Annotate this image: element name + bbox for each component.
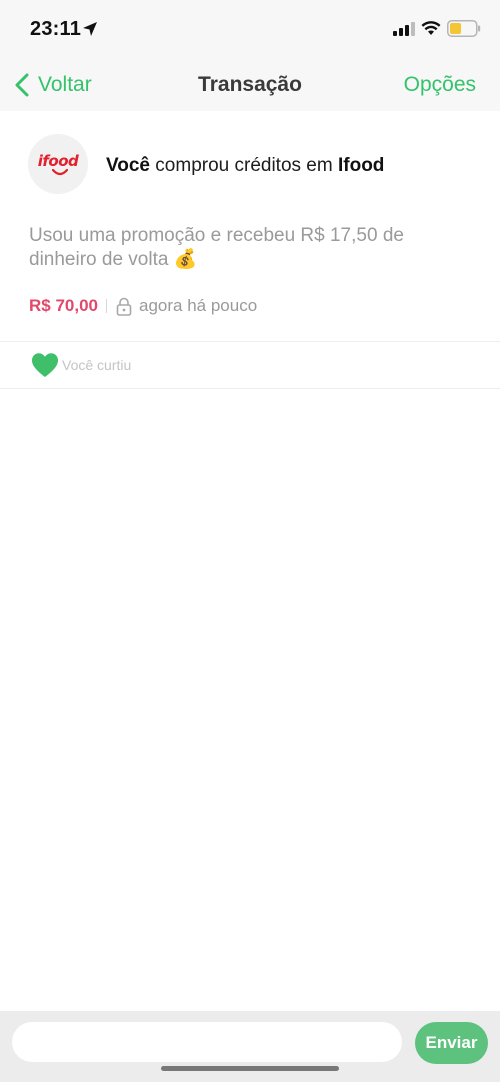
status-bar: 23:11 [0,0,500,58]
transaction-description: Usou uma promoção e recebeu R$ 17,50 de … [29,225,404,270]
divider [0,388,500,389]
transaction-action: comprou créditos em [150,155,338,176]
merchant-logo: ifood [28,134,88,194]
transaction-amount: R$ 70,00 [29,296,98,315]
transaction-card: ifood Você comprou créditos em Ifood Uso… [0,111,500,341]
options-button[interactable]: Opções [404,73,476,97]
lock-icon [116,297,132,316]
liked-label: Você curtiu [62,357,132,373]
merchant-logo-text: ifood [37,152,79,170]
wifi-icon [421,21,441,35]
send-button[interactable]: Enviar [415,1022,488,1064]
home-indicator [161,1066,339,1071]
battery-icon [447,20,481,37]
location-arrow-icon [83,22,97,36]
transaction-time: agora há pouco [139,296,258,315]
transaction-actor[interactable]: Você [106,155,150,176]
transaction-meta: R$ 70,00 agora há pouco [29,295,257,317]
comment-composer: Enviar [0,1011,500,1082]
meta-divider [106,299,107,313]
transaction-headline: Você comprou créditos em Ifood [106,155,384,177]
cellular-signal-icon [393,22,415,36]
status-time: 23:11 [30,18,82,40]
transaction-merchant[interactable]: Ifood [338,155,384,176]
comment-input[interactable] [12,1022,402,1062]
heart-icon[interactable] [31,352,59,378]
likes-row: Você curtiu [0,342,500,388]
logo-smile-mark [52,169,68,176]
navigation-bar: Voltar Transação Opções [0,58,500,111]
